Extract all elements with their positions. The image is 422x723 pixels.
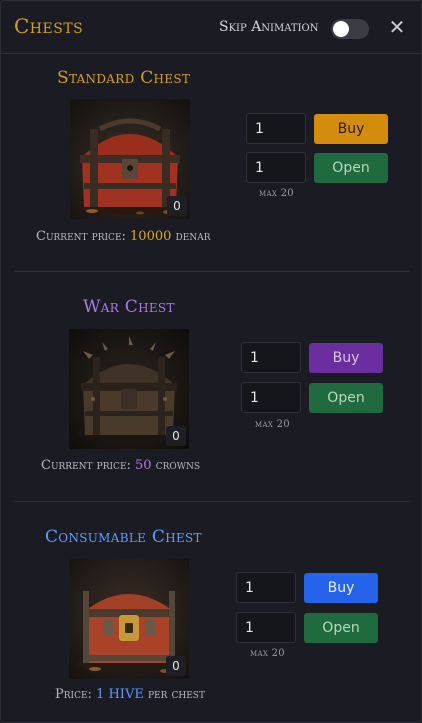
section-divider xyxy=(15,501,409,502)
owned-count-badge: 0 xyxy=(167,196,187,216)
price-line: Current price: 50 crowns xyxy=(41,458,200,473)
price-suffix: per chest xyxy=(147,687,205,702)
max-label: max 20 xyxy=(250,648,285,659)
owned-count-badge: 0 xyxy=(166,426,186,446)
price-value: 50 xyxy=(135,458,152,473)
section-divider xyxy=(15,271,409,272)
open-quantity-input[interactable] xyxy=(241,382,301,413)
standard-chest-image: 0 xyxy=(70,99,190,219)
buy-button[interactable]: Buy xyxy=(314,114,388,144)
chest-section-war: War Chest 0 Current price: 50 crowns 1 B… xyxy=(1,283,421,501)
open-button[interactable]: Open xyxy=(304,613,378,643)
chests-modal: Chests Skip Animation ✕ Standard Chest 0… xyxy=(0,0,422,723)
close-icon[interactable]: ✕ xyxy=(387,15,407,39)
price-value: 1 HIVE xyxy=(96,687,144,702)
buy-quantity-input[interactable] xyxy=(236,572,296,603)
open-button[interactable]: Open xyxy=(309,383,383,413)
consumable-chest-image: 0 xyxy=(69,559,189,679)
price-prefix: Price: xyxy=(55,687,92,702)
buy-quantity-input[interactable] xyxy=(246,113,306,144)
modal-title: Chests xyxy=(14,14,84,38)
chest-title: War Chest xyxy=(83,297,175,317)
price-line: Current price: 10000 denar xyxy=(36,229,210,244)
buy-quantity-input[interactable] xyxy=(241,342,301,373)
price-prefix: Current price: xyxy=(41,458,131,473)
price-suffix: crowns xyxy=(155,458,201,473)
chest-section-standard: Standard Chest 0 Current price: 10000 de… xyxy=(1,54,421,271)
max-label: max 20 xyxy=(255,419,290,430)
chest-title: Consumable Chest xyxy=(45,527,202,547)
buy-button[interactable]: Buy xyxy=(304,573,378,603)
price-value: 10000 xyxy=(130,229,172,244)
open-button[interactable]: Open xyxy=(314,153,388,183)
chest-section-consumable: Consumable Chest 0 Price: 1 HIVE per che… xyxy=(1,513,421,722)
open-quantity-input[interactable] xyxy=(246,152,306,183)
toggle-knob xyxy=(333,21,349,37)
open-quantity-input[interactable] xyxy=(236,612,296,643)
chest-title: Standard Chest xyxy=(57,68,191,88)
modal-header: Chests Skip Animation ✕ xyxy=(1,1,421,54)
price-line: Price: 1 HIVE per chest xyxy=(55,687,205,702)
war-chest-image: 0 xyxy=(69,329,189,449)
skip-animation-toggle[interactable] xyxy=(331,19,369,39)
max-label: max 20 xyxy=(259,188,294,199)
buy-button[interactable]: Buy xyxy=(309,343,383,373)
price-prefix: Current price: xyxy=(36,229,126,244)
owned-count-badge: 0 xyxy=(166,656,186,676)
price-suffix: denar xyxy=(175,229,211,244)
skip-animation-label: Skip Animation xyxy=(219,19,319,35)
